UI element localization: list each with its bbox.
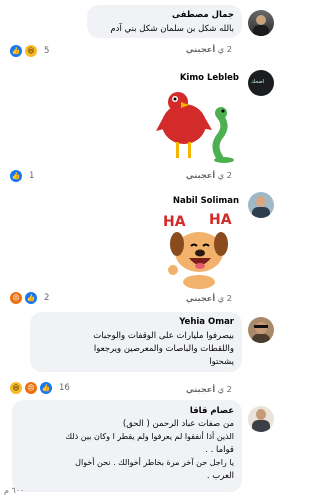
comment-time: 2 ي <box>217 44 232 54</box>
like-link[interactable]: أعجبني <box>186 384 215 394</box>
angry-reaction-icon: 😠 <box>10 292 22 304</box>
comment-text: بالله شكل بن سلمان شكل بني آدم <box>110 24 234 34</box>
parrot-snake-sticker <box>156 92 234 163</box>
like-link[interactable]: أعجبني <box>186 293 215 303</box>
reaction-count: 1 <box>29 171 35 181</box>
footer-partial-text: ٦٠٠ م <box>4 486 25 495</box>
reaction-count: 16 <box>59 383 70 393</box>
like-link[interactable]: أعجبني <box>186 44 215 54</box>
author-name[interactable]: Kimo Lebleb <box>180 73 239 83</box>
sticker-ha-left: HA <box>163 214 186 230</box>
avatar-jamal[interactable] <box>248 10 274 36</box>
comment-time: 2 ي <box>217 170 232 180</box>
comment-line: بيصرفوا مليارات على الوقفات والوجبات <box>93 331 234 341</box>
comment-bubble-jamal: جمال مصطفى بالله شكل بن سلمان شكل بني آد… <box>87 5 242 38</box>
comment-meta: 2 ي أعجبني <box>180 293 232 303</box>
comment-meta: 2 ي أعجبني <box>180 170 232 180</box>
comment-meta: 2 ي أعجبني <box>180 44 232 54</box>
comment-line: من صفات عباد الرحمن ( الحق) <box>122 419 234 429</box>
comment-meta: 2 ي أعجبني <box>180 384 232 394</box>
haha-reaction-icon: 😆 <box>10 382 22 394</box>
comment-line: واللقطات والباصات والمعرصين ويرجعوا <box>93 344 234 354</box>
reaction-summary[interactable]: 😠 👍 2 <box>10 292 49 304</box>
comment-line: العرب . <box>206 471 234 481</box>
angry-reaction-icon: 😠 <box>25 382 37 394</box>
avatar-kimo[interactable]: اضحك <box>248 70 274 96</box>
reaction-count: 5 <box>44 46 50 56</box>
author-name[interactable]: عصام قاقا <box>190 406 234 416</box>
comment-line: يشحتوا <box>209 357 234 367</box>
sticker-ha-right: HA <box>209 212 232 228</box>
author-name[interactable]: Nabil Soliman <box>173 196 239 206</box>
reaction-summary[interactable]: 👍 1 <box>10 170 34 182</box>
reaction-count: 2 <box>44 293 50 303</box>
author-name[interactable]: Yehia Omar <box>179 317 234 327</box>
avatar-text: اضحك <box>251 79 265 85</box>
avatar-yehia[interactable] <box>248 317 274 343</box>
avatar-nabil[interactable] <box>248 192 274 218</box>
like-reaction-icon: 👍 <box>25 292 37 304</box>
like-link[interactable]: أعجبني <box>186 170 215 180</box>
author-name[interactable]: جمال مصطفى <box>172 10 234 20</box>
laughing-dog-sticker: HA HA <box>163 212 232 289</box>
reaction-summary[interactable]: 😆 😠 👍 16 <box>10 382 70 394</box>
comment-bubble-yehia: Yehia Omar بيصرفوا مليارات على الوقفات و… <box>30 312 242 372</box>
avatar-essam[interactable] <box>248 406 274 432</box>
like-reaction-icon: 👍 <box>40 382 52 394</box>
comment-time: 2 ي <box>217 293 232 303</box>
like-reaction-icon: 👍 <box>10 170 22 182</box>
comment-line: الذين أذا أنفقوا لم يعرفوا ولم يقطر ا وك… <box>65 432 234 441</box>
comment-line: قواما . . <box>205 445 234 455</box>
reaction-summary[interactable]: 👍 😆 5 <box>10 45 49 57</box>
haha-reaction-icon: 😆 <box>25 45 37 57</box>
like-reaction-icon: 👍 <box>10 45 22 57</box>
comment-time: 2 ي <box>217 384 232 394</box>
comment-bubble-essam: عصام قاقا من صفات عباد الرحمن ( الحق) ال… <box>12 400 242 492</box>
comment-line: يا راجل حن آخر مرة بخاطر أخوالك . نحن أخ… <box>75 458 234 467</box>
